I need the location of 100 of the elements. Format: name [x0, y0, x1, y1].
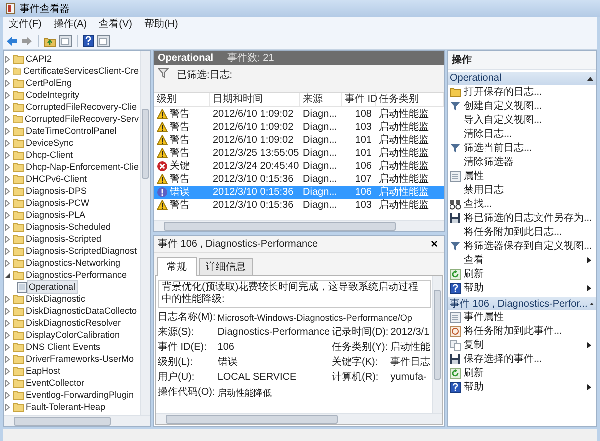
menu-item[interactable]: 操作(A) [48, 18, 94, 32]
collapsed-triangle-icon[interactable] [5, 212, 11, 218]
tree-item[interactable]: Diagnostics-Performance [25, 269, 128, 281]
column-header[interactable]: 日期和时间 [210, 93, 300, 106]
help-icon[interactable] [83, 35, 94, 47]
panel-icon[interactable] [59, 35, 72, 47]
menu-item[interactable]: 文件(F) [3, 18, 48, 32]
action-item[interactable]: 刷新 [464, 366, 484, 380]
tree-item[interactable]: Diagnosis-DPS [25, 185, 88, 197]
tree-item[interactable]: DriverFrameworks-UserMo [25, 353, 136, 365]
collapsed-triangle-icon[interactable] [5, 188, 11, 194]
tree-item[interactable]: Diagnosis-PLA [25, 209, 87, 221]
collapsed-triangle-icon[interactable] [5, 332, 11, 338]
action-item[interactable]: 将任务附加到此日志... [464, 225, 562, 239]
menu-item[interactable]: 查看(V) [93, 18, 138, 32]
table-row[interactable]: 警告 2012/6/10 1:09:02 Diagn... 101 启动性能监 [154, 134, 444, 147]
collapsed-triangle-icon[interactable] [5, 128, 11, 134]
column-header[interactable]: 任务类别 [376, 93, 444, 106]
tree-item[interactable]: DiskDiagnosticDataCollecto [25, 305, 138, 317]
expanded-triangle-icon[interactable] [5, 272, 11, 278]
tab[interactable]: 常规 [157, 257, 197, 276]
tree-item[interactable]: EapHost [25, 365, 62, 377]
collapsed-triangle-icon[interactable] [5, 356, 11, 362]
collapsed-triangle-icon[interactable] [5, 344, 11, 350]
collapsed-triangle-icon[interactable] [5, 392, 11, 398]
collapsed-triangle-icon[interactable] [5, 368, 11, 374]
action-item[interactable]: 查看 [464, 253, 484, 267]
action-item[interactable]: 打开保存的日志... [464, 85, 542, 99]
panel-icon[interactable] [97, 35, 110, 47]
collapse-caret-icon[interactable] [590, 300, 594, 306]
collapsed-triangle-icon[interactable] [5, 56, 11, 62]
tab[interactable]: 详细信息 [199, 258, 253, 275]
collapsed-triangle-icon[interactable] [5, 140, 11, 146]
tree-item[interactable]: DHCPv6-Client [25, 173, 88, 185]
column-header[interactable]: 来源 [300, 93, 342, 106]
tree-item[interactable]: CorruptedFileRecovery-Clie [25, 101, 138, 113]
collapsed-triangle-icon[interactable] [5, 260, 11, 266]
collapsed-triangle-icon[interactable] [5, 236, 11, 242]
action-item[interactable]: 筛选当前日志... [464, 141, 532, 155]
collapse-caret-icon[interactable] [587, 76, 594, 82]
collapsed-triangle-icon[interactable] [5, 164, 11, 170]
back-arrow-icon[interactable] [6, 36, 18, 46]
collapsed-triangle-icon[interactable] [5, 224, 11, 230]
collapsed-triangle-icon[interactable] [5, 404, 11, 410]
table-row[interactable]: 警告 2012/3/10 0:15:36 Diagn... 103 启动性能监 [154, 199, 444, 212]
menu-item[interactable]: 帮助(H) [138, 18, 184, 32]
collapsed-triangle-icon[interactable] [5, 68, 11, 74]
collapsed-triangle-icon[interactable] [5, 176, 11, 182]
scrollbar[interactable] [140, 51, 150, 415]
tree-item[interactable]: Diagnosis-PCW [25, 197, 91, 209]
table-row[interactable]: 警告 2012/3/10 0:15:36 Diagn... 107 启动性能监 [154, 173, 444, 186]
tree-item[interactable]: Diagnosis-Scripted [25, 233, 103, 245]
action-item[interactable]: 属性 [464, 169, 484, 183]
action-item[interactable]: 将已筛选的日志文件另存为... [464, 211, 592, 225]
collapsed-triangle-icon[interactable] [5, 248, 11, 254]
action-item[interactable]: 将任务附加到此事件... [464, 324, 562, 338]
collapsed-triangle-icon[interactable] [5, 296, 11, 302]
collapsed-triangle-icon[interactable] [5, 92, 11, 98]
section-header[interactable]: Operational [448, 72, 596, 85]
tree-item[interactable]: Dhcp-Client [25, 149, 74, 161]
collapsed-triangle-icon[interactable] [5, 380, 11, 386]
tree-item[interactable]: Fault-Tolerant-Heap [25, 401, 107, 413]
scrollbar[interactable] [156, 413, 442, 424]
folder-up-icon[interactable] [44, 36, 56, 46]
tree-item[interactable]: DiskDiagnosticResolver [25, 317, 122, 329]
action-item[interactable]: 清除日志... [464, 127, 512, 141]
action-item[interactable]: 复制 [464, 338, 484, 352]
scrollbar[interactable] [4, 415, 150, 426]
tree-item[interactable]: DeviceSync [25, 137, 75, 149]
column-header[interactable]: 事件 ID [342, 93, 376, 106]
tree-item[interactable]: Diagnostics-Networking [25, 257, 122, 269]
tree-item[interactable]: CodeIntegrity [25, 89, 81, 101]
collapsed-triangle-icon[interactable] [5, 116, 11, 122]
tree-item[interactable]: DisplayColorCalibration [25, 329, 122, 341]
table-row[interactable]: 警告 2012/6/10 1:09:02 Diagn... 108 启动性能监 [154, 108, 444, 121]
tree-item[interactable]: CAPI2 [25, 53, 54, 65]
action-item[interactable]: 清除筛选器 [464, 155, 514, 169]
collapsed-triangle-icon[interactable] [5, 152, 11, 158]
action-item[interactable]: 帮助 [464, 281, 484, 295]
collapsed-triangle-icon[interactable] [5, 104, 11, 110]
tree-item[interactable]: DiskDiagnostic [25, 293, 87, 305]
action-item[interactable]: 刷新 [464, 267, 484, 281]
column-header[interactable]: 级别 [154, 93, 210, 106]
collapsed-triangle-icon[interactable] [5, 320, 11, 326]
scrollbar[interactable] [432, 276, 442, 413]
scrollbar[interactable] [154, 220, 444, 231]
collapsed-triangle-icon[interactable] [5, 200, 11, 206]
action-item[interactable]: 帮助 [464, 380, 484, 394]
tree-item[interactable]: Diagnosis-Scheduled [25, 221, 112, 233]
tree-item[interactable]: DNS Client Events [25, 341, 102, 353]
action-item[interactable]: 事件属性 [464, 310, 504, 324]
table-row[interactable]: 关键 2012/3/24 20:45:40 Diagn... 106 启动性能监 [154, 160, 444, 173]
action-item[interactable]: 保存选择的事件... [464, 352, 542, 366]
action-item[interactable]: 创建自定义视图... [464, 99, 542, 113]
action-item[interactable]: 禁用日志 [464, 183, 504, 197]
tree-item[interactable]: CorruptedFileRecovery-Serv [24, 113, 140, 125]
tree-item[interactable]: DateTimeControlPanel [25, 125, 118, 137]
tree-item[interactable]: Eventlog-ForwardingPlugin [25, 389, 136, 401]
table-row[interactable]: 警告 2012/6/10 1:09:02 Diagn... 103 启动性能监 [154, 121, 444, 134]
action-item[interactable]: 将筛选器保存到自定义视图... [464, 239, 592, 253]
